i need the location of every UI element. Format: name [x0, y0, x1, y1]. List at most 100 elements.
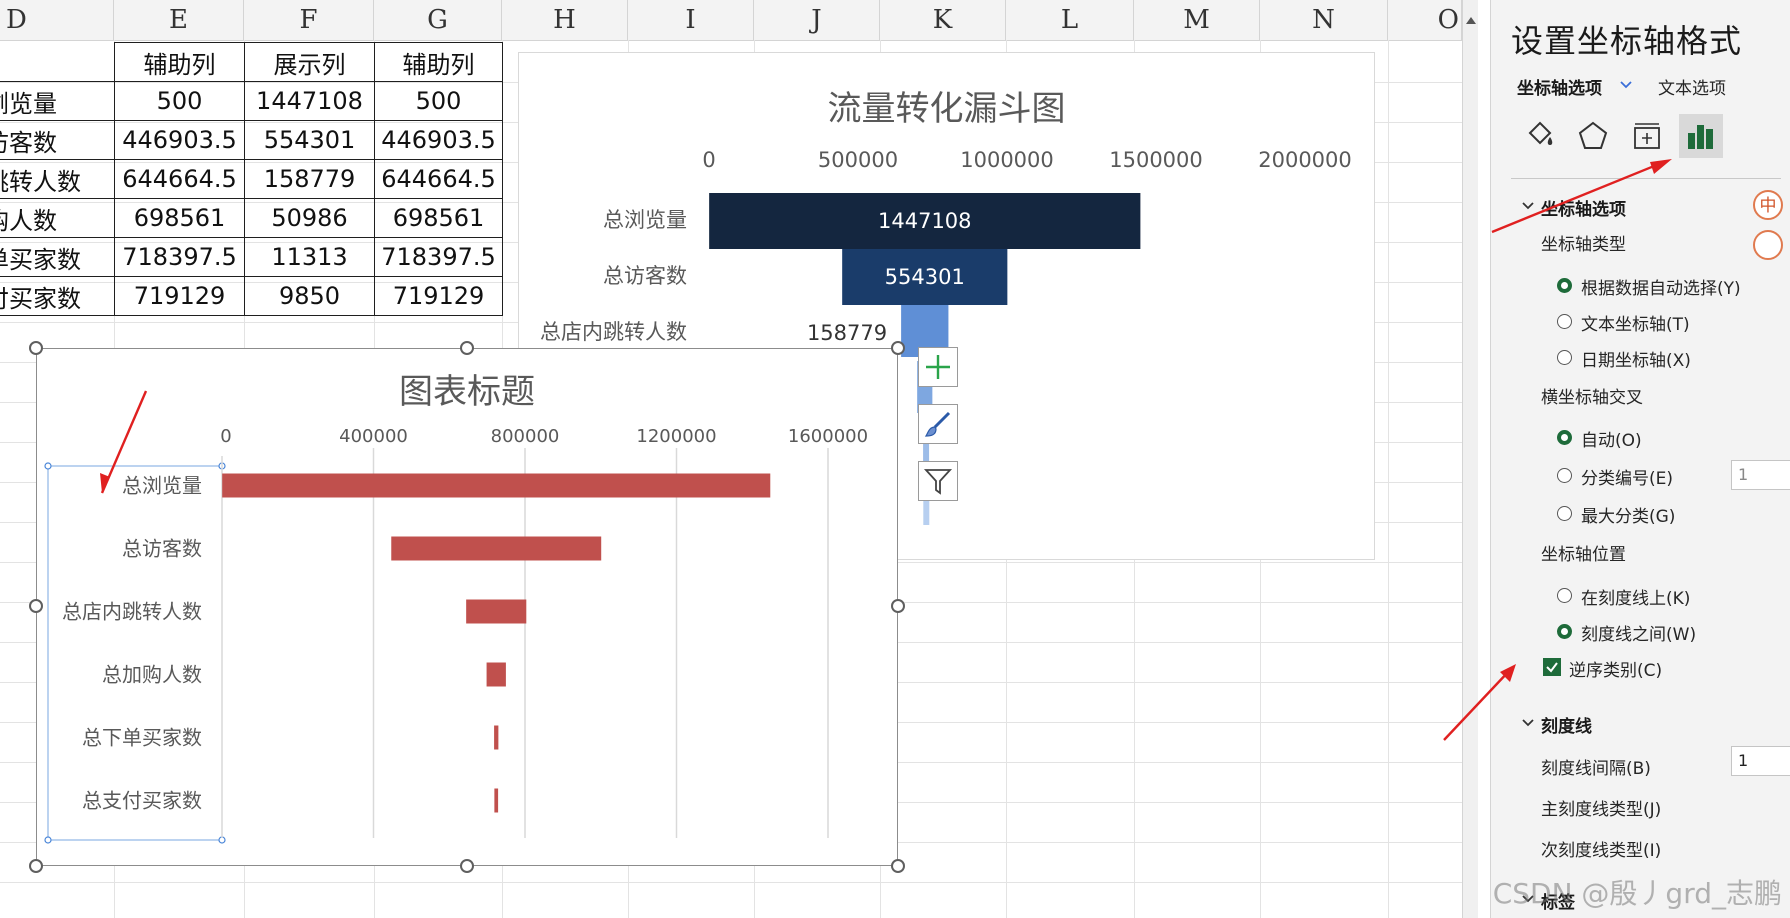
data-table[interactable]: 辅助列 展示列 辅助列 浏览量 500 1447108 500 访客数 4469… [0, 42, 503, 316]
table-cell[interactable]: 购人数 [0, 198, 115, 238]
reverse-categories-label[interactable]: 逆序类别(C) [1569, 656, 1662, 681]
table-cell[interactable]: 访客数 [0, 120, 115, 160]
table-cell[interactable]: 9850 [244, 276, 375, 316]
grid-line [1388, 40, 1389, 918]
radio-label-auto-select[interactable]: 根据数据自动选择(Y) [1581, 274, 1741, 299]
radio-label-between-tick-marks[interactable]: 刻度线之间(W) [1581, 620, 1696, 645]
column-header-f[interactable]: F [244, 0, 374, 40]
radio-cross-auto[interactable] [1557, 430, 1572, 445]
column-header-k[interactable]: K [880, 0, 1006, 40]
chart-plot-area: 0 400000 800000 1200000 1600000总浏览量总访客数总店内跳转… [44, 426, 868, 844]
radio-cross-category-number[interactable] [1557, 468, 1572, 483]
checkmark-icon [1546, 662, 1558, 673]
helper-bar [222, 600, 466, 624]
pentagon-icon [1578, 121, 1608, 149]
resize-handle-bottom[interactable] [460, 859, 474, 873]
tick-interval-input[interactable]: 1 [1731, 746, 1790, 776]
table-cell[interactable]: 719129 [374, 276, 503, 316]
table-cell[interactable]: 单买家数 [0, 237, 115, 277]
radio-on-tick-marks[interactable] [1557, 588, 1572, 603]
table-cell[interactable]: 446903.5 [114, 120, 245, 160]
table-cell[interactable]: 698561 [114, 198, 245, 238]
resize-handle-bottom-left[interactable] [29, 859, 43, 873]
category-number-input[interactable]: 1 [1731, 460, 1790, 490]
resize-handle-top[interactable] [460, 341, 474, 355]
table-cell[interactable]: 446903.5 [374, 120, 503, 160]
squirrel-badge-icon[interactable] [1753, 230, 1783, 260]
column-header-l[interactable]: L [1006, 0, 1134, 40]
tab-axis-options[interactable]: 坐标轴选项 [1517, 74, 1602, 99]
column-header-i[interactable]: I [628, 0, 754, 40]
chevron-down-icon[interactable] [1619, 80, 1633, 90]
column-header-m[interactable]: M [1134, 0, 1260, 40]
major-tick-type-label[interactable]: 主刻度线类型(J) [1541, 795, 1661, 820]
minor-tick-type-label[interactable]: 次刻度线类型(I) [1541, 836, 1661, 861]
category-label: 总店内跳转人数 [62, 600, 202, 624]
table-cell[interactable]: 50986 [244, 198, 375, 238]
radio-cross-max-category[interactable] [1557, 506, 1572, 521]
table-cell[interactable]: 554301 [244, 120, 375, 160]
table-cell[interactable]: 718397.5 [374, 237, 503, 277]
funnel-data-label: 1447108 [878, 209, 972, 233]
table-cell[interactable]: 158779 [244, 159, 375, 199]
funnel-axis-tick-label: 0 [702, 148, 715, 172]
axis-options-button[interactable] [1679, 114, 1723, 158]
ime-badge[interactable]: 中 [1753, 190, 1783, 220]
table-cell[interactable]: 跳转人数 [0, 159, 115, 199]
table-cell[interactable] [0, 42, 115, 82]
table-cell[interactable]: 付买家数 [0, 276, 115, 316]
radio-text-axis[interactable] [1557, 314, 1572, 329]
helper-bar [222, 726, 494, 750]
table-cell[interactable]: 500 [374, 81, 503, 121]
radio-label-cross-category-number[interactable]: 分类编号(E) [1581, 464, 1673, 489]
axis-selection-handle [44, 462, 52, 470]
radio-auto-select[interactable] [1557, 278, 1572, 293]
table-cell[interactable]: 718397.5 [114, 237, 245, 277]
chart-styles-button[interactable] [918, 404, 958, 444]
chart-elements-button[interactable] [918, 347, 958, 387]
table-header-cell[interactable]: 辅助列 [374, 42, 503, 82]
column-header-j[interactable]: J [754, 0, 880, 40]
table-cell[interactable]: 11313 [244, 237, 375, 277]
column-header-e[interactable]: E [114, 0, 244, 40]
table-cell[interactable]: 719129 [114, 276, 245, 316]
radio-label-date-axis[interactable]: 日期坐标轴(X) [1581, 346, 1691, 371]
funnel-filter-icon [923, 469, 953, 495]
table-cell[interactable]: 644664.5 [374, 159, 503, 199]
table-header-cell[interactable]: 展示列 [244, 42, 375, 82]
radio-between-tick-marks[interactable] [1557, 624, 1572, 639]
collapse-chevron-icon[interactable] [1521, 718, 1535, 728]
resize-handle-top-left[interactable] [29, 341, 43, 355]
table-header-cell[interactable]: 辅助列 [114, 42, 245, 82]
spreadsheet-area[interactable]: D E F G H I J K L M N O 辅助列 展示列 辅助列 浏览量 … [0, 0, 1478, 918]
resize-handle-top-right[interactable] [891, 341, 905, 355]
radio-label-cross-auto[interactable]: 自动(O) [1581, 426, 1642, 451]
category-label: 总下单买家数 [82, 726, 202, 750]
bar [494, 725, 499, 750]
radio-label-cross-max-category[interactable]: 最大分类(G) [1581, 502, 1675, 527]
reverse-categories-checkbox[interactable] [1543, 658, 1561, 676]
radio-date-axis[interactable] [1557, 350, 1572, 365]
selected-chart[interactable]: 图表标题 0 400000 800000 1200000 1600000 总浏览量 总访客数… [36, 348, 898, 866]
section-tick-marks[interactable]: 刻度线 [1541, 712, 1592, 737]
table-cell[interactable]: 1447108 [244, 81, 375, 121]
column-header-g[interactable]: G [374, 0, 502, 40]
table-cell[interactable]: 浏览量 [0, 81, 115, 121]
helper-bar [222, 663, 487, 687]
resize-handle-right[interactable] [891, 599, 905, 613]
table-cell[interactable]: 644664.5 [114, 159, 245, 199]
column-header-n[interactable]: N [1260, 0, 1388, 40]
radio-label-text-axis[interactable]: 文本坐标轴(T) [1581, 310, 1690, 335]
scroll-up-icon[interactable] [1463, 10, 1478, 30]
tab-text-options[interactable]: 文本选项 [1658, 74, 1726, 99]
table-cell[interactable]: 500 [114, 81, 245, 121]
vertical-scrollbar[interactable] [1462, 0, 1478, 918]
resize-handle-left[interactable] [29, 599, 43, 613]
column-header-h[interactable]: H [502, 0, 628, 40]
column-header-o[interactable]: O [1388, 0, 1462, 40]
chart-filters-button[interactable] [918, 461, 958, 501]
radio-label-on-tick-marks[interactable]: 在刻度线上(K) [1581, 584, 1690, 609]
column-header-d[interactable]: D [0, 0, 114, 40]
table-cell[interactable]: 698561 [374, 198, 503, 238]
resize-handle-bottom-right[interactable] [891, 859, 905, 873]
